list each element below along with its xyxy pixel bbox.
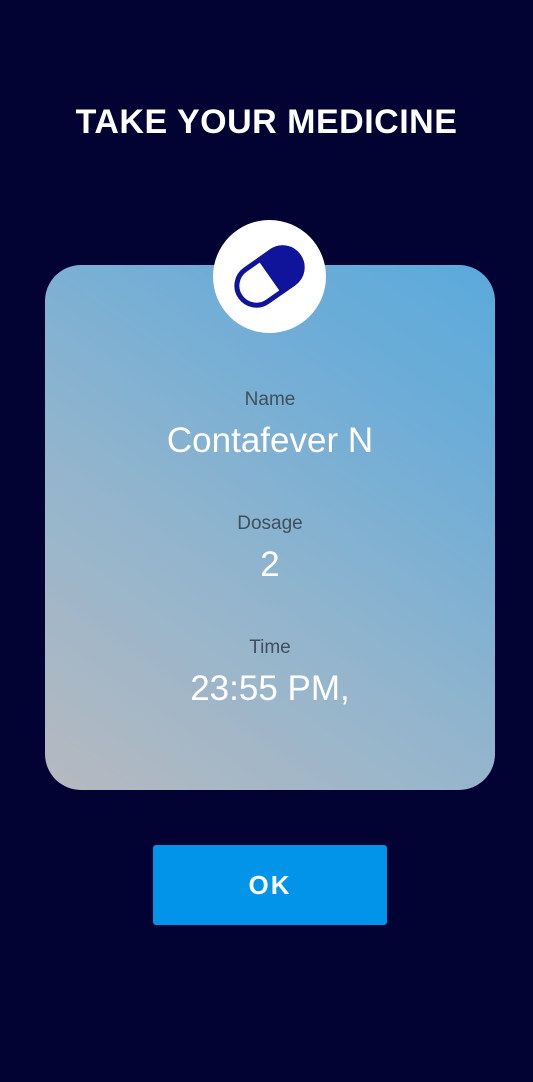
name-label: Name: [244, 389, 296, 410]
pill-badge: [213, 220, 326, 333]
pill-icon: [234, 245, 305, 308]
time-label: Time: [249, 637, 291, 658]
page-title: TAKE YOUR MEDICINE: [75, 103, 458, 141]
name-value: Contafever N: [166, 421, 374, 460]
ok-button[interactable]: OK: [153, 845, 387, 925]
dosage-value: 2: [260, 545, 280, 584]
time-value: 23:55 PM,: [190, 669, 350, 708]
dosage-label: Dosage: [237, 513, 303, 534]
